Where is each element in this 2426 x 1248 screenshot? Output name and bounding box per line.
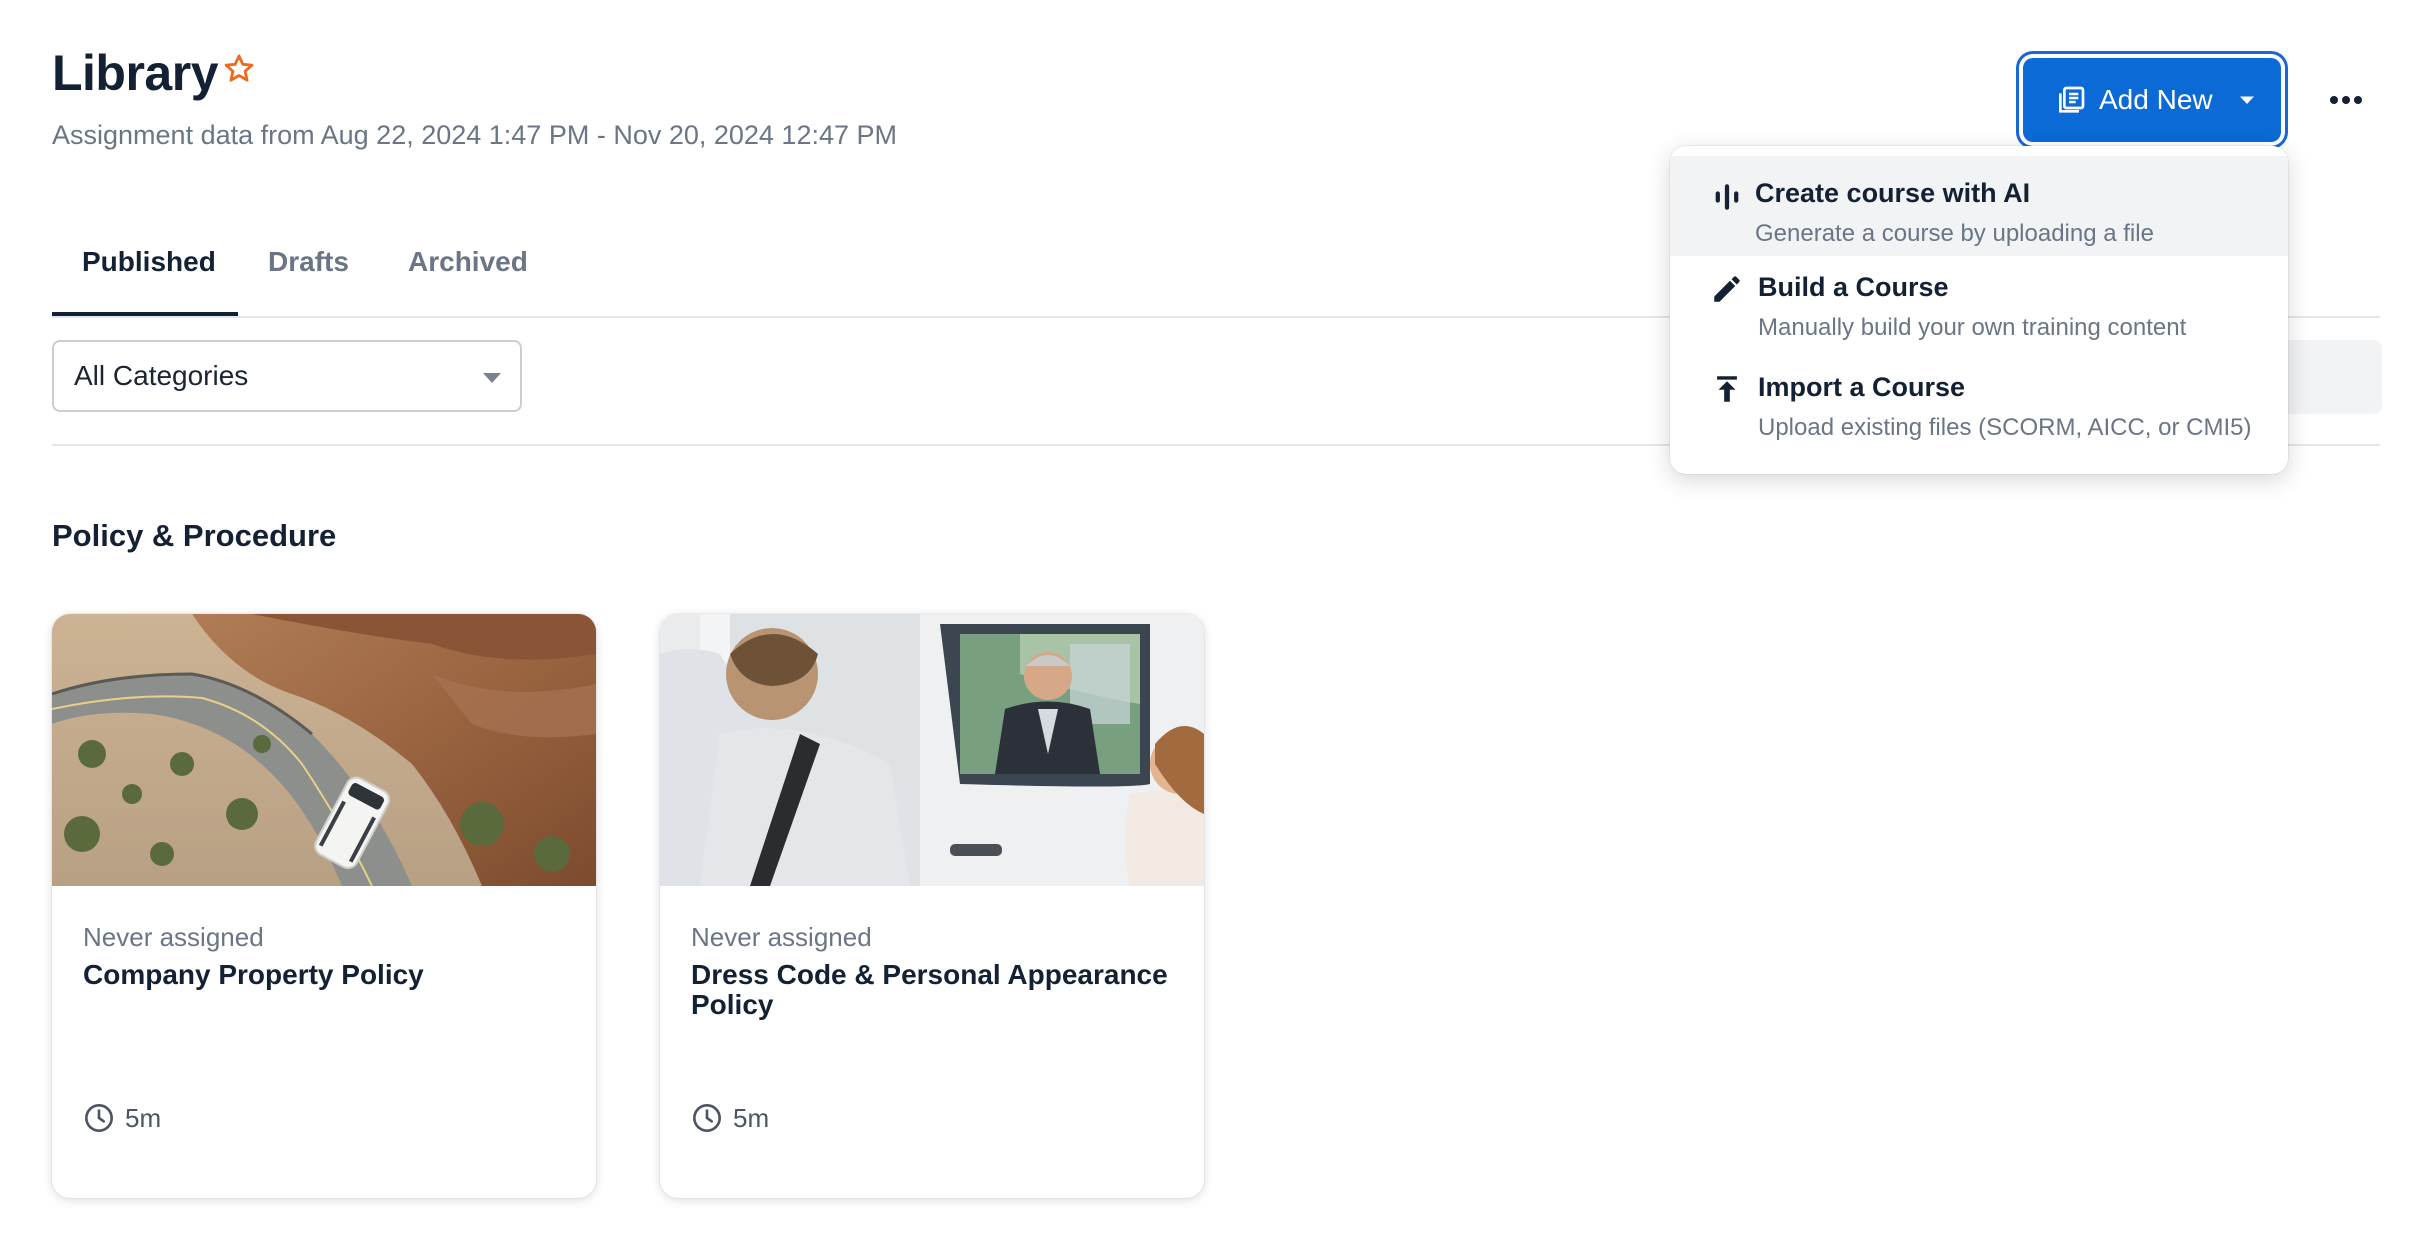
star-outline-icon[interactable]: [222, 52, 256, 86]
menu-item-label: Import a Course: [1758, 372, 1966, 402]
menu-item-label: Build a Course: [1758, 272, 1949, 302]
assignment-date-range: Assignment data from Aug 22, 2024 1:47 P…: [52, 120, 898, 150]
course-thumbnail-bus-canyon: [52, 614, 596, 886]
add-new-button[interactable]: Add New: [2023, 58, 2281, 142]
card-duration-value: 5m: [125, 1102, 162, 1133]
add-new-label: Add New: [2099, 84, 2213, 115]
add-new-menu: Create course with AI Generate a course …: [1670, 146, 2288, 474]
card-status: Never assigned: [83, 922, 264, 952]
menu-item-description: Upload existing files (SCORM, AICC, or C…: [1758, 414, 2252, 441]
chevron-down-icon: [483, 373, 501, 383]
card-title: Company Property Policy: [83, 959, 424, 990]
card-title: Dress Code & Personal Appearance Policy: [691, 959, 1168, 1021]
tab-published[interactable]: Published: [82, 236, 216, 316]
menu-item-create-with-ai[interactable]: Create course with AI Generate a course …: [1670, 156, 2288, 256]
section-title: Policy & Procedure: [52, 518, 337, 553]
caret-down-icon: [2239, 96, 2254, 104]
card-duration-value: 5m: [733, 1102, 770, 1133]
tab-drafts[interactable]: Drafts: [268, 236, 349, 316]
menu-item-description: Manually build your own training content: [1758, 314, 2187, 341]
library-page: Library Assignment data from Aug 22, 202…: [0, 0, 2426, 1248]
course-card[interactable]: Never assigned Dress Code & Personal App…: [660, 614, 1204, 1198]
more-options-button[interactable]: [2320, 74, 2372, 126]
more-horizontal-icon: [2330, 96, 2362, 104]
upload-icon: [1717, 376, 1737, 402]
menu-item-description: Generate a course by uploading a file: [1755, 220, 2154, 247]
course-thumbnail-driver-van: [660, 614, 1204, 886]
page-title: Library: [52, 45, 219, 101]
course-card[interactable]: Never assigned Company Property Policy 5…: [52, 614, 596, 1198]
menu-item-build-course[interactable]: Build a Course Manually build your own t…: [1670, 256, 2288, 356]
card-status: Never assigned: [691, 922, 872, 952]
menu-item-label: Create course with AI: [1755, 178, 2031, 208]
pencil-icon: [1714, 276, 1740, 302]
ai-waveform-icon: [1715, 184, 1739, 210]
book-icon: [2059, 86, 2085, 113]
category-select-value: All Categories: [74, 360, 249, 391]
card-duration: 5m: [691, 1102, 769, 1134]
category-select[interactable]: All Categories: [52, 340, 522, 412]
clock-icon: [85, 1104, 113, 1132]
clock-icon: [693, 1104, 721, 1132]
card-duration: 5m: [83, 1102, 161, 1134]
tab-archived[interactable]: Archived: [408, 236, 528, 316]
menu-item-import-course[interactable]: Import a Course Upload existing files (S…: [1670, 356, 2288, 456]
